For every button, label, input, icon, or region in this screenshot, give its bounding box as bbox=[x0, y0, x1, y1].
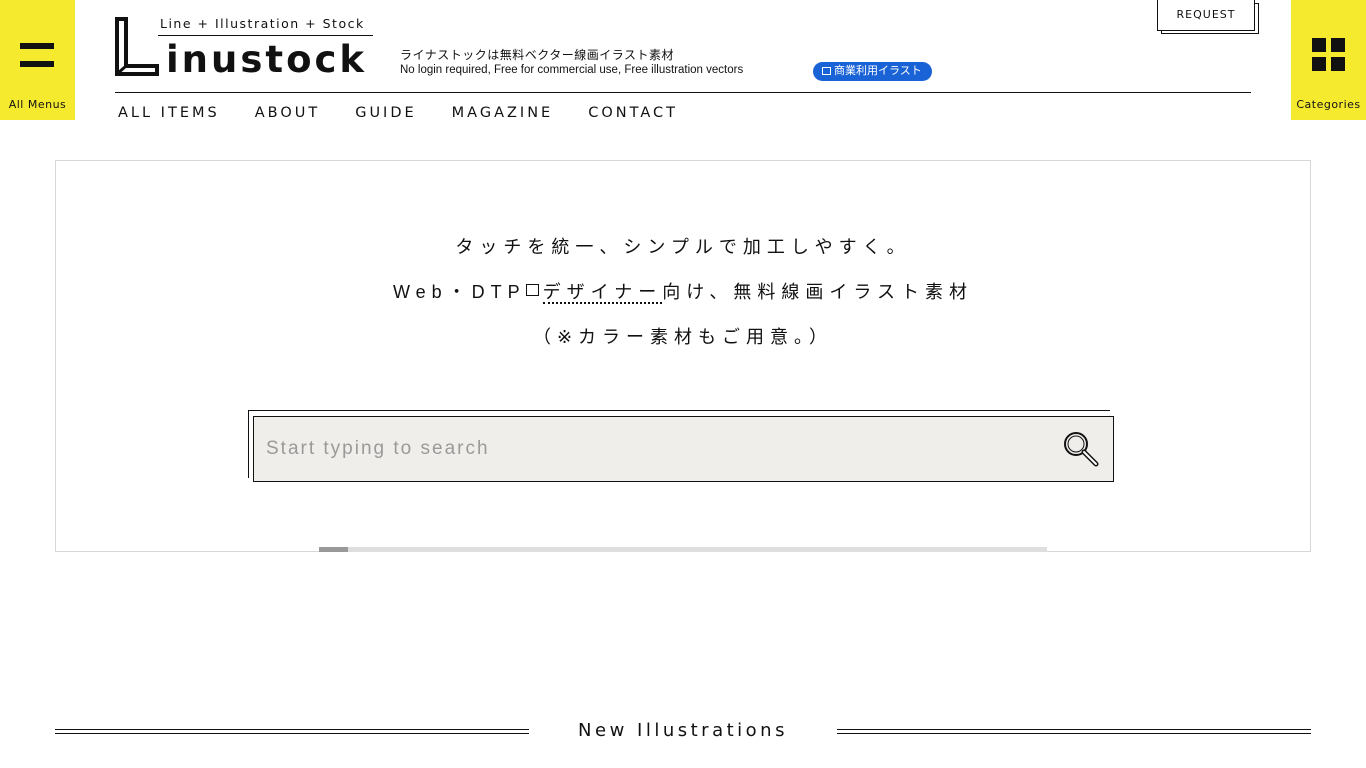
nav-magazine[interactable]: MAGAZINE bbox=[452, 105, 554, 121]
designer-glossary-link[interactable]: デザイナー bbox=[542, 282, 663, 304]
nav-contact[interactable]: CONTACT bbox=[588, 105, 678, 121]
logo-wordmark: inustock bbox=[166, 38, 368, 81]
request-button[interactable]: REQUEST bbox=[1157, 0, 1255, 31]
search-box bbox=[253, 416, 1114, 482]
glossary-icon bbox=[525, 284, 539, 296]
nav-guide[interactable]: GUIDE bbox=[355, 105, 416, 121]
section-divider-right bbox=[837, 729, 1311, 734]
hamburger-icon bbox=[20, 43, 54, 69]
hero-panel: タッチを統一、シンプルで加工しやすく。 Web・DTP デザイナー向け、無料線画イ… bbox=[55, 160, 1311, 552]
loading-progress-fill bbox=[319, 547, 349, 552]
search-input[interactable] bbox=[266, 417, 1046, 481]
all-menus-label: All Menus bbox=[8, 98, 67, 111]
logo-underline bbox=[158, 35, 373, 36]
site-tagline-jp: ライナストックは無料ベクター線画イラスト素材 bbox=[400, 48, 675, 62]
categories-label: Categories bbox=[1296, 98, 1361, 111]
logo-l-mark-icon bbox=[115, 17, 159, 76]
hero-line-2-suffix: 向け、無料線画イラスト素材 bbox=[662, 282, 974, 302]
nav-all-items[interactable]: ALL ITEMS bbox=[118, 105, 220, 121]
commercial-use-badge-label: 商業利用イラスト bbox=[834, 65, 922, 77]
commercial-use-badge[interactable]: 商業利用イラスト bbox=[813, 62, 932, 81]
site-tagline-en: No login required, Free for commercial u… bbox=[400, 64, 744, 76]
hero-line-2-prefix: Web・DTP bbox=[392, 282, 526, 302]
logo-tagline: Line + Illustration + Stock bbox=[160, 16, 365, 31]
logo[interactable]: Line + Illustration + Stock inustock bbox=[114, 14, 376, 81]
header-divider bbox=[115, 92, 1251, 93]
building-icon bbox=[822, 67, 831, 75]
grid-icon bbox=[1312, 38, 1345, 71]
categories-button[interactable]: Categories bbox=[1291, 0, 1366, 120]
hero-line-2: Web・DTP デザイナー向け、無料線画イラスト素材 bbox=[56, 278, 1310, 304]
main-nav: ALL ITEMS ABOUT GUIDE MAGAZINE CONTACT bbox=[118, 105, 713, 121]
nav-about[interactable]: ABOUT bbox=[255, 105, 321, 121]
all-menus-button[interactable]: All Menus bbox=[0, 0, 75, 120]
loading-progress-track bbox=[319, 547, 1047, 552]
hero-line-3: （※カラー素材もご用意。） bbox=[532, 327, 834, 347]
search-icon[interactable] bbox=[1062, 430, 1100, 468]
hero-line-1: タッチを統一、シンプルで加工しやすく。 bbox=[455, 237, 911, 257]
